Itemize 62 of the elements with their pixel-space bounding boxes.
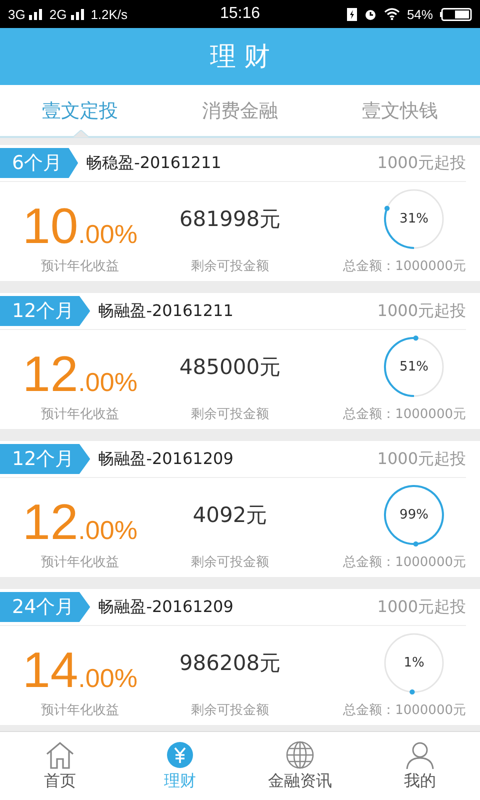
signal-icon (70, 8, 87, 20)
annual-rate: 12.00% (22, 497, 138, 547)
clock-time: 15:16 (220, 5, 260, 23)
term-tag: 6个月 (0, 148, 78, 178)
term-tag: 12个月 (0, 444, 90, 474)
product-card[interactable]: 24个月 畅融盈-20161209 1000元起投 14.00% 预计年化收益 986208元 剩余可投金额 1% 总金额：1000000元 (0, 589, 480, 725)
remaining-label: 剩余可投金额 (191, 406, 269, 423)
rate-label: 预计年化收益 (41, 258, 119, 275)
term-tag: 12个月 (0, 296, 90, 326)
annual-rate: 14.00% (22, 645, 138, 695)
nav-item[interactable]: 首页 (0, 732, 120, 800)
home-icon (45, 740, 75, 768)
remaining-label: 剩余可投金额 (191, 702, 269, 719)
progress-percent: 99% (400, 508, 428, 522)
annual-rate: 10.00% (22, 201, 138, 251)
nav-item[interactable]: 我的 (360, 732, 480, 800)
remaining-amount: 986208元 (179, 650, 281, 677)
rate-label: 预计年化收益 (41, 702, 119, 719)
page-title: 理 财 (210, 41, 270, 74)
progress-ring (382, 335, 446, 399)
minimum-amount: 1000元起投 (377, 596, 466, 618)
progress-percent: 51% (400, 360, 428, 374)
product-card[interactable]: 6个月 畅稳盈-20161211 1000元起投 10.00% 预计年化收益 681998元 剩余可投金额 31% 总金额：1000000元 (0, 145, 480, 281)
product-name: 畅融盈-20161209 (98, 596, 234, 618)
product-card[interactable]: 12个月 畅融盈-20161209 1000元起投 12.00% 预计年化收益 4092元 剩余可投金额 99% 总金额：1000000元 (0, 441, 480, 577)
product-name: 畅稳盈-20161211 (86, 152, 222, 174)
remaining-amount: 4092元 (192, 502, 268, 529)
total-amount: 总金额：1000000元 (343, 406, 466, 423)
minimum-amount: 1000元起投 (377, 152, 466, 174)
progress-ring (382, 631, 446, 695)
remaining-label: 剩余可投金额 (191, 554, 269, 571)
minimum-amount: 1000元起投 (377, 300, 466, 322)
wifi-icon (384, 8, 400, 20)
annual-rate: 12.00% (22, 349, 138, 399)
progress-percent: 31% (400, 212, 428, 226)
globe-icon (285, 740, 315, 768)
yen-icon (165, 740, 195, 768)
product-card[interactable]: 12个月 畅融盈-20161211 1000元起投 12.00% 预计年化收益 485000元 剩余可投金额 51% 总金额：1000000元 (0, 293, 480, 429)
product-name: 畅融盈-20161211 (98, 300, 234, 322)
person-icon (405, 740, 435, 768)
alarm-icon (364, 8, 377, 20)
remaining-amount: 485000元 (179, 354, 281, 381)
network-label: 2G (49, 6, 67, 22)
total-amount: 总金额：1000000元 (343, 702, 466, 719)
charging-icon (346, 8, 357, 20)
nav-item[interactable]: 金融资讯 (240, 732, 360, 800)
term-tag: 24个月 (0, 592, 90, 622)
rate-label: 预计年化收益 (41, 406, 119, 423)
network-label: 3G (8, 6, 26, 22)
product-name: 畅融盈-20161209 (98, 448, 234, 470)
progress-ring (382, 187, 446, 251)
total-amount: 总金额：1000000元 (343, 258, 466, 275)
minimum-amount: 1000元起投 (377, 448, 466, 470)
battery-percent: 54% (406, 6, 433, 22)
rate-label: 预计年化收益 (41, 554, 119, 571)
battery-icon (440, 8, 472, 20)
progress-percent: 1% (404, 656, 424, 670)
progress-ring (382, 483, 446, 547)
speed-label: 1.2K/s (90, 6, 128, 22)
remaining-amount: 681998元 (179, 206, 281, 233)
remaining-label: 剩余可投金额 (191, 258, 269, 275)
total-amount: 总金额：1000000元 (343, 554, 466, 571)
